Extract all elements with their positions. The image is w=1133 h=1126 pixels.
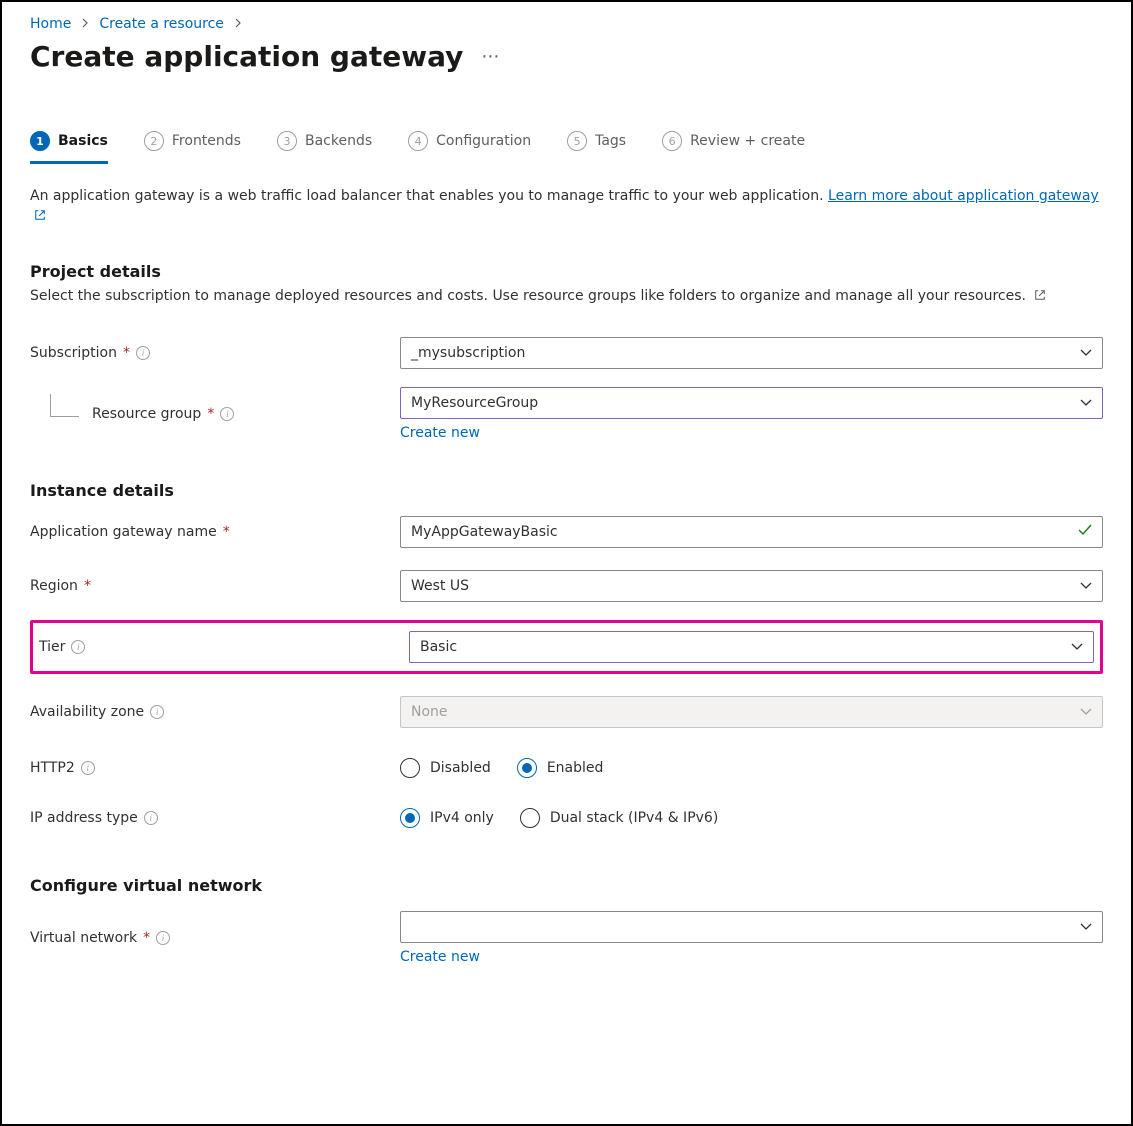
tab-label: Review + create	[690, 133, 805, 149]
external-link-icon	[34, 207, 46, 227]
radio-label: Dual stack (IPv4 & IPv6)	[550, 810, 718, 826]
radio-label: IPv4 only	[430, 810, 494, 826]
info-icon[interactable]: i	[150, 705, 164, 719]
tier-value: Basic	[420, 639, 457, 655]
availability-zone-select: None	[400, 696, 1103, 728]
required-icon: *	[123, 345, 130, 361]
info-icon[interactable]: i	[81, 761, 95, 775]
region-value: West US	[411, 578, 469, 594]
http2-disabled-radio[interactable]: Disabled	[400, 758, 491, 778]
chevron-down-icon	[1080, 349, 1092, 357]
tab-label: Basics	[58, 133, 108, 149]
intro-body: An application gateway is a web traffic …	[30, 188, 828, 204]
required-icon: *	[143, 930, 150, 946]
ip-type-dualstack-radio[interactable]: Dual stack (IPv4 & IPv6)	[520, 808, 718, 828]
resource-group-select[interactable]: MyResourceGroup	[400, 387, 1103, 419]
chevron-down-icon	[1080, 708, 1092, 716]
wizard-tabs: 1 Basics 2 Frontends 3 Backends 4 Config…	[30, 131, 1103, 164]
vnet-select[interactable]	[400, 911, 1103, 943]
create-new-vnet-link[interactable]: Create new	[400, 949, 1103, 965]
gateway-name-value: MyAppGatewayBasic	[411, 524, 558, 540]
tab-basics[interactable]: 1 Basics	[30, 131, 108, 164]
breadcrumb: Home Create a resource	[30, 16, 1103, 32]
subscription-value: _mysubscription	[411, 345, 525, 361]
ip-type-ipv4-radio[interactable]: IPv4 only	[400, 808, 494, 828]
info-icon[interactable]: i	[144, 811, 158, 825]
resource-group-label: Resource group	[92, 406, 201, 422]
tab-step-number: 3	[277, 131, 297, 151]
gateway-name-input[interactable]: MyAppGatewayBasic	[400, 516, 1103, 548]
tab-step-number: 1	[30, 131, 50, 151]
required-icon: *	[84, 578, 91, 594]
region-select[interactable]: West US	[400, 570, 1103, 602]
external-link-icon	[1034, 288, 1046, 308]
chevron-down-icon	[1080, 582, 1092, 590]
region-label: Region	[30, 578, 78, 594]
tab-tags[interactable]: 5 Tags	[567, 131, 626, 164]
tab-label: Configuration	[436, 133, 531, 149]
more-actions-icon[interactable]: ⋯	[481, 48, 501, 66]
tab-step-number: 2	[144, 131, 164, 151]
tier-highlight: Tier i Basic	[30, 620, 1103, 674]
required-icon: *	[223, 524, 230, 540]
breadcrumb-create-resource[interactable]: Create a resource	[99, 16, 224, 32]
chevron-right-icon	[81, 18, 89, 31]
tab-configuration[interactable]: 4 Configuration	[408, 131, 531, 164]
tab-review-create[interactable]: 6 Review + create	[662, 131, 805, 164]
tab-label: Frontends	[172, 133, 241, 149]
vnet-label: Virtual network	[30, 930, 137, 946]
chevron-right-icon	[234, 18, 242, 31]
required-icon: *	[207, 406, 214, 422]
ip-type-label: IP address type	[30, 810, 138, 826]
validated-check-icon	[1078, 524, 1092, 540]
availability-zone-value: None	[411, 704, 448, 720]
tab-label: Backends	[305, 133, 372, 149]
info-icon[interactable]: i	[136, 346, 150, 360]
info-icon[interactable]: i	[220, 407, 234, 421]
tab-step-number: 5	[567, 131, 587, 151]
info-icon[interactable]: i	[156, 931, 170, 945]
resource-group-value: MyResourceGroup	[411, 395, 538, 411]
subscription-label: Subscription	[30, 345, 117, 361]
section-instance-details: Instance details	[30, 481, 1103, 500]
radio-label: Disabled	[430, 760, 491, 776]
radio-label: Enabled	[547, 760, 604, 776]
tab-step-number: 4	[408, 131, 428, 151]
http2-label: HTTP2	[30, 760, 75, 776]
ip-type-radio-group: IPv4 only Dual stack (IPv4 & IPv6)	[400, 808, 1103, 828]
gateway-name-label: Application gateway name	[30, 524, 217, 540]
tab-frontends[interactable]: 2 Frontends	[144, 131, 241, 164]
section-project-details: Project details	[30, 262, 1103, 281]
availability-zone-label: Availability zone	[30, 704, 144, 720]
chevron-down-icon	[1071, 643, 1083, 651]
tab-backends[interactable]: 3 Backends	[277, 131, 372, 164]
tier-label: Tier	[39, 639, 65, 655]
tab-step-number: 6	[662, 131, 682, 151]
intro-text: An application gateway is a web traffic …	[30, 186, 1103, 228]
chevron-down-icon	[1080, 923, 1092, 931]
http2-radio-group: Disabled Enabled	[400, 758, 1103, 778]
create-new-resource-group-link[interactable]: Create new	[400, 425, 1103, 441]
chevron-down-icon	[1080, 399, 1092, 407]
section-vnet: Configure virtual network	[30, 876, 1103, 895]
subscription-select[interactable]: _mysubscription	[400, 337, 1103, 369]
info-icon[interactable]: i	[71, 640, 85, 654]
tier-select[interactable]: Basic	[409, 631, 1094, 663]
page-title: Create application gateway	[30, 40, 463, 73]
tab-label: Tags	[595, 133, 626, 149]
http2-enabled-radio[interactable]: Enabled	[517, 758, 604, 778]
breadcrumb-home[interactable]: Home	[30, 16, 71, 32]
project-details-desc: Select the subscription to manage deploy…	[30, 287, 1103, 308]
